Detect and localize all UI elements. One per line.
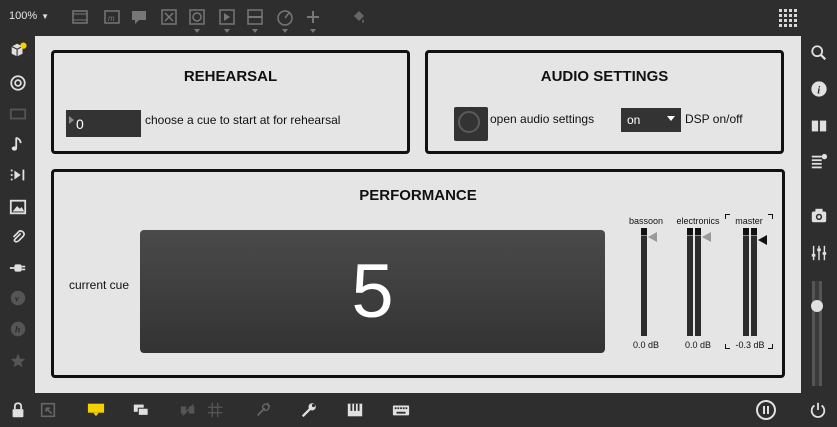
star-icon[interactable] [8,351,28,371]
package-icon[interactable] [8,41,28,61]
paperclip-icon[interactable] [8,227,28,247]
current-cue-value: 5 [351,249,394,334]
dial-icon[interactable] [276,8,294,26]
h-badge-icon[interactable]: h [8,319,28,339]
electronics-gain-slider[interactable] [702,232,711,242]
performance-title: PERFORMANCE [359,187,477,204]
debug-icon[interactable] [253,400,273,420]
svg-text:v: v [15,294,20,305]
bottom-toolbar [0,393,837,427]
dsp-power-meter-icon[interactable] [755,399,777,421]
cue-start-value: 0 [76,115,84,132]
master-level-meter-left [743,228,749,336]
mixer-icon[interactable] [809,243,829,263]
electronics-level-meter-right [695,228,701,336]
grid-snap-icon[interactable] [205,400,225,420]
audio-settings-title: AUDIO SETTINGS [540,68,669,85]
master-bracket-corner [768,344,773,349]
presentation-icon[interactable] [38,400,58,420]
music-note-icon[interactable] [8,134,28,154]
new-object-icon[interactable] [71,8,89,26]
circle-icon [458,111,480,133]
audio-settings-panel: AUDIO SETTINGS open audio settings on DS… [425,50,784,154]
open-audio-settings-label: open audio settings [490,112,595,126]
zoom-menu[interactable]: 100% ▼ [9,10,49,22]
master-level-meter-right [751,228,757,336]
media-player-icon[interactable] [8,165,28,185]
svg-text:i: i [817,85,820,97]
window-icon[interactable] [8,104,28,124]
master-bracket-corner [725,344,730,349]
target-icon[interactable] [8,73,28,93]
button-icon[interactable] [188,8,206,26]
search-icon[interactable] [809,43,829,63]
patcher-canvas: REHEARSAL 0 choose a cue to start at for… [35,36,801,393]
chevron-down-icon[interactable] [282,29,288,33]
rehearsal-panel: REHEARSAL 0 choose a cue to start at for… [51,50,410,154]
play-object-icon[interactable] [218,8,236,26]
open-audio-settings-button[interactable] [454,107,488,141]
paint-bucket-icon[interactable] [350,8,368,26]
master-volume-slider[interactable] [809,281,825,386]
bassoon-meter-label: bassoon [628,216,664,226]
chevron-down-icon[interactable] [252,29,258,33]
performance-panel: PERFORMANCE current cue 5 bassoon 0.0 dB… [51,169,785,378]
lock-icon[interactable] [8,400,28,420]
message-icon[interactable]: m [103,8,121,26]
triangle-right-icon [69,116,74,124]
toggle-icon[interactable] [160,8,178,26]
list-icon[interactable] [809,152,829,172]
piano-keyboard-icon[interactable] [345,400,365,420]
max-patcher-window: 100% ▼ m v h REHEARSAL 0 choose a cue to… [0,0,837,427]
book-icon[interactable] [809,116,829,136]
wrench-icon[interactable] [299,400,319,420]
chevron-down-icon[interactable] [194,29,200,33]
current-cue-label: current cue [69,278,130,292]
add-icon[interactable] [304,8,322,26]
zoom-value: 100% [9,10,38,22]
master-meter-label: master [735,216,763,226]
bassoon-db-value: 0.0 dB [632,340,660,350]
dsp-menu[interactable]: on [621,108,681,132]
svg-text:m: m [108,14,115,23]
comment-icon[interactable] [130,8,148,26]
electronics-db-value: 0.0 dB [684,340,712,350]
left-sidebar: v h [0,36,35,393]
chevron-down-icon [667,116,675,121]
cue-start-number-box[interactable]: 0 [66,110,141,137]
flag-comment-icon[interactable] [86,400,106,420]
bassoon-level-meter [641,228,647,336]
power-icon[interactable] [808,400,828,420]
electronics-meter-label: electronics [676,216,720,226]
v-badge-icon[interactable]: v [8,288,28,308]
plug-icon[interactable] [8,258,28,278]
chevron-down-icon[interactable] [310,29,316,33]
snapshot-icon[interactable] [809,206,829,226]
master-gain-slider[interactable] [758,235,767,245]
top-toolbar: 100% ▼ m [0,0,837,36]
layers-icon[interactable] [131,400,151,420]
master-db-value: -0.3 dB [735,340,765,350]
svg-text:h: h [15,325,21,336]
mute-patch-icon[interactable] [178,400,198,420]
rehearsal-title: REHEARSAL [183,68,278,85]
info-icon[interactable]: i [809,79,829,99]
chevron-down-icon[interactable] [224,29,230,33]
dsp-menu-value: on [627,113,641,127]
image-icon[interactable] [8,197,28,217]
bassoon-gain-slider[interactable] [648,232,657,242]
chevron-down-icon: ▼ [41,11,50,21]
slider-icon[interactable] [246,8,264,26]
grid-icon[interactable] [778,8,798,28]
dsp-label: DSP on/off [685,112,743,126]
keyboard-icon[interactable] [391,400,411,420]
cue-start-label: choose a cue to start at for rehearsal [145,113,341,127]
current-cue-display: 5 [140,230,605,353]
electronics-level-meter-left [687,228,693,336]
